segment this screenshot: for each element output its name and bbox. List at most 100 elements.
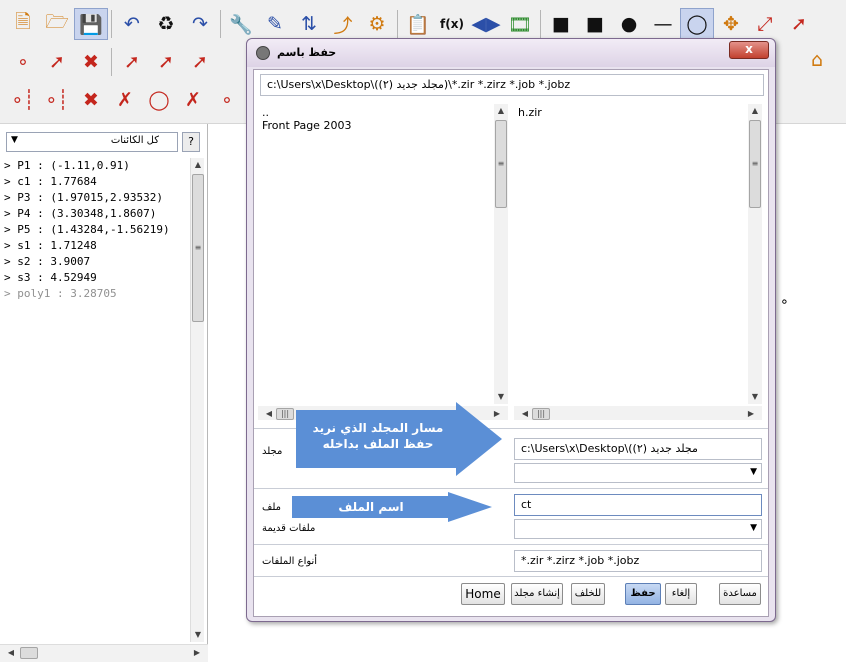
chevron-down-icon: ▼ — [11, 135, 18, 145]
save-button[interactable]: حفظ — [625, 583, 661, 605]
algebra-vertical-scrollbar[interactable]: ▲ ≡ ▼ — [190, 158, 204, 642]
chevron-down-icon: ▼ — [750, 523, 757, 533]
dot-icon[interactable]: ● — [612, 8, 646, 40]
house-icon[interactable]: ⌂ — [800, 44, 834, 76]
fx-icon[interactable]: f(x) — [435, 8, 469, 40]
black-square-icon[interactable]: ■ — [578, 8, 612, 40]
save-as-dialog: حفظ باسم x c:\Users\x\Desktop\(مجلد جديد… — [246, 38, 776, 622]
chevron-down-icon: ▼ — [750, 467, 757, 477]
scroll-right-icon[interactable]: ▶ — [744, 406, 758, 422]
folder-list: .. Front Page 2003 — [258, 104, 508, 132]
scroll-down-icon[interactable]: ▼ — [191, 628, 205, 642]
object-item[interactable]: > P4 : (3.30348,1.8607) — [4, 206, 188, 222]
object-item[interactable]: > poly1 : 3.28705 — [4, 286, 188, 302]
clear-icon[interactable]: ♻ — [149, 8, 183, 40]
scroll-thumb[interactable]: ≡ — [495, 120, 507, 208]
back-button[interactable]: للخلف — [571, 583, 605, 605]
scroll-down-icon[interactable]: ▼ — [748, 390, 762, 404]
scroll-thumb[interactable]: ||| — [276, 408, 294, 420]
folder-history-select[interactable]: ▼ — [514, 463, 762, 483]
close-button[interactable]: x — [729, 41, 769, 59]
black-square-icon[interactable]: ■ — [544, 8, 578, 40]
segment-icon[interactable]: ➚ — [40, 46, 74, 78]
old-files-select[interactable]: ▼ — [514, 519, 762, 539]
line-icon[interactable]: — — [646, 8, 680, 40]
scroll-thumb[interactable]: ≡ — [749, 120, 761, 208]
scroll-thumb[interactable] — [20, 647, 38, 659]
object-filter-select[interactable]: كل الكائنات ▼ — [6, 132, 178, 152]
object-filter-value: كل الكائنات — [110, 135, 159, 146]
help-button[interactable]: مساعدة — [719, 583, 761, 605]
scroll-left-icon[interactable]: ◀ — [518, 406, 532, 422]
file-name-field[interactable]: ct — [514, 494, 762, 516]
home-button[interactable]: Home — [461, 583, 505, 605]
line-icon[interactable]: ➚ — [183, 46, 217, 78]
object-item[interactable]: > c1 : 1.77684 — [4, 174, 188, 190]
cross-icon[interactable]: ✖ — [74, 84, 108, 116]
open-folder-icon[interactable]: 🗁 — [40, 8, 74, 40]
paint-icon[interactable]: ✎ — [258, 8, 292, 40]
segment-icon[interactable]: ⤴ — [326, 8, 360, 40]
scroll-thumb[interactable]: ≡ — [192, 174, 204, 322]
toolbar-separator — [220, 10, 221, 38]
line-icon[interactable]: ➚ — [115, 46, 149, 78]
point-icon[interactable]: ∘┊ — [6, 84, 40, 116]
intersect-icon[interactable]: ✖ — [74, 46, 108, 78]
algebra-help-button[interactable]: ? — [182, 132, 200, 152]
dialog-title-bar[interactable]: حفظ باسم x — [247, 39, 775, 67]
line-icon[interactable]: ➚ — [149, 46, 183, 78]
reflect-icon[interactable]: ◀▶ — [469, 8, 503, 40]
file-item[interactable]: h.zir — [518, 106, 762, 119]
scroll-thumb[interactable]: ||| — [532, 408, 550, 420]
scroll-up-icon[interactable]: ▲ — [494, 104, 508, 118]
cross-icon[interactable]: ✗ — [108, 84, 142, 116]
scroll-left-icon[interactable]: ◀ — [4, 645, 18, 661]
object-item[interactable]: > s2 : 3.9007 — [4, 254, 188, 270]
new-folder-button[interactable]: إنشاء مجلد — [511, 583, 563, 605]
algebra-horizontal-scrollbar[interactable]: ◀ ▶ — [0, 644, 208, 662]
object-item[interactable]: > P3 : (1.97015,2.93532) — [4, 190, 188, 206]
file-list-horizontal-scrollbar[interactable]: ◀ ||| ▶ — [514, 406, 762, 420]
folder-list-vertical-scrollbar[interactable]: ▲ ≡ ▼ — [494, 104, 508, 404]
file-label: ملف — [262, 502, 282, 513]
scroll-left-icon[interactable]: ◀ — [262, 406, 276, 422]
object-item[interactable]: > s3 : 4.52949 — [4, 270, 188, 286]
vector-icon[interactable]: ➚ — [782, 8, 816, 40]
move-icon[interactable]: ✥ — [714, 8, 748, 40]
film-icon[interactable]: 🎞 — [503, 8, 537, 40]
folder-path-field[interactable]: c:\Users\x\Desktop\(مجلد جديد (٢) — [514, 438, 762, 460]
properties-icon[interactable]: 📋 — [401, 8, 435, 40]
folder-path-callout-text: مسار المجلد الذي نريد حفظ الملف بداخله — [312, 421, 444, 451]
point-icon[interactable]: ∘ — [6, 46, 40, 78]
undo-icon[interactable]: ↶ — [115, 8, 149, 40]
file-list-vertical-scrollbar[interactable]: ▲ ≡ ▼ — [748, 104, 762, 404]
cross-icon[interactable]: ∘ — [210, 84, 244, 116]
redo-icon[interactable]: ↷ — [183, 8, 217, 40]
cross-icon[interactable]: ✗ — [176, 84, 210, 116]
folder-item[interactable]: Front Page 2003 — [262, 119, 508, 132]
path-filter-field[interactable]: c:\Users\x\Desktop\(مجلد جديد (٢))\*.zir… — [260, 74, 764, 96]
settings-icon[interactable]: ⚙ — [360, 8, 394, 40]
file-types-field[interactable]: *.zir *.zirz *.job *.jobz — [514, 550, 762, 572]
ray-icon[interactable]: ⤢ — [748, 8, 782, 40]
sort-icon[interactable]: ⇅ — [292, 8, 326, 40]
cancel-button[interactable]: إلغاء — [665, 583, 697, 605]
algebra-panel: كل الكائنات ▼ ? > P1 : (-1.11,0.91) > c1… — [0, 124, 208, 662]
file-types-label: أنواع الملفات — [262, 556, 318, 567]
object-item[interactable]: > s1 : 1.71248 — [4, 238, 188, 254]
scroll-up-icon[interactable]: ▲ — [748, 104, 762, 118]
point-marker[interactable]: ∘ — [780, 294, 789, 310]
toolbar-row-2: ∘ ➚ ✖ ➚ ➚ ➚ — [0, 42, 217, 82]
circle-icon[interactable]: ◯ — [680, 8, 714, 40]
scroll-right-icon[interactable]: ▶ — [190, 645, 204, 661]
folder-item[interactable]: .. — [262, 106, 508, 119]
scroll-up-icon[interactable]: ▲ — [191, 158, 205, 172]
point-icon[interactable]: ∘┊ — [40, 84, 74, 116]
circle-icon[interactable]: ◯ — [142, 84, 176, 116]
object-item[interactable]: > P1 : (-1.11,0.91) — [4, 158, 188, 174]
new-file-icon[interactable]: 🗎 — [6, 8, 40, 40]
object-item[interactable]: > P5 : (1.43284,-1.56219) — [4, 222, 188, 238]
save-icon[interactable]: 💾 — [74, 8, 108, 40]
divider — [254, 576, 768, 577]
tools-icon[interactable]: 🔧 — [224, 8, 258, 40]
